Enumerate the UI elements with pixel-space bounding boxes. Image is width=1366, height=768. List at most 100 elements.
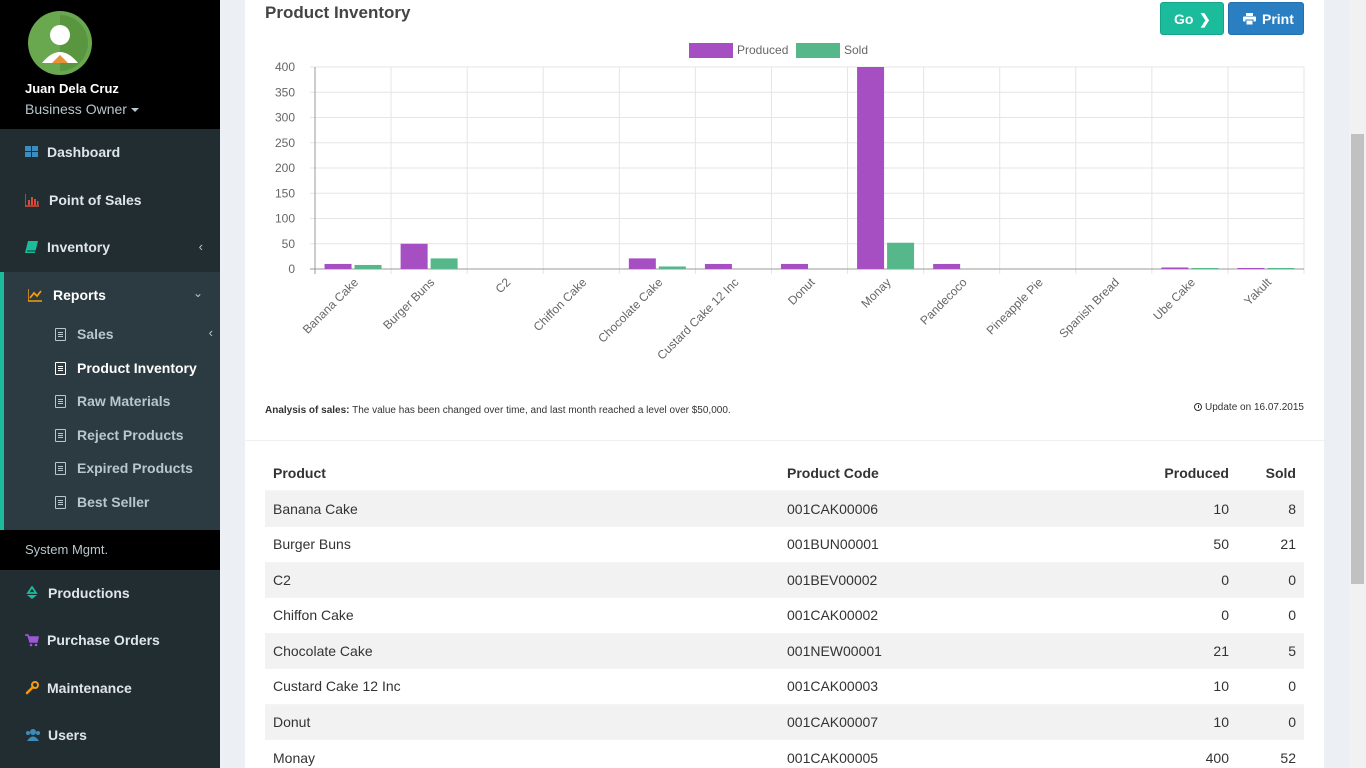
sidebar-item-purchase-orders[interactable]: Purchase Orders [0, 618, 220, 662]
sidebar-item-maintenance[interactable]: Maintenance [0, 666, 220, 710]
table-header-row: Product Product Code Produced Sold [265, 456, 1304, 492]
y-tick-label: 150 [275, 186, 295, 200]
book-icon [25, 241, 38, 253]
table-row: Chiffon Cake 001CAK00002 0 0 [265, 597, 1304, 633]
bar-sold [354, 264, 382, 269]
cell-sold: 0 [1237, 668, 1304, 704]
sidebar-item-label: Purchase Orders [47, 632, 160, 648]
y-tick-label: 250 [275, 136, 295, 150]
bar-produced [857, 67, 885, 269]
cell-product: Custard Cake 12 Inc [265, 668, 779, 704]
cell-product: Banana Cake [265, 490, 779, 527]
table-row: Donut 001CAK00007 10 0 [265, 703, 1304, 740]
x-tick-label: Custard Cake 12 Inc [654, 275, 741, 362]
sidebar-item-reports[interactable]: Reports ⌄ [4, 272, 220, 318]
cell-sold: 0 [1237, 703, 1304, 740]
table-row: Burger Buns 001BUN00001 50 21 [265, 526, 1304, 562]
x-tick-label: Spanish Bread [1056, 275, 1122, 341]
user-role-dropdown[interactable]: Business Owner [25, 101, 139, 117]
cell-product-code: 001CAK00002 [779, 597, 1039, 633]
sidebar-subitem-label: Sales [77, 326, 114, 342]
bar-produced [933, 263, 961, 269]
sidebar-item-label: Users [48, 727, 87, 743]
table-row: Chocolate Cake 001NEW00001 21 5 [265, 632, 1304, 669]
cell-product-code: 001CAK00007 [779, 703, 1039, 740]
analysis-text: The value has been changed over time, an… [349, 405, 731, 416]
cell-product: Monay [265, 739, 779, 768]
sidebar-item-label: Point of Sales [49, 192, 142, 208]
sidebar-subitem-expired-products[interactable]: Expired Products [4, 454, 220, 484]
legend-label: Produced [737, 43, 788, 57]
y-tick-label: 350 [275, 85, 295, 99]
cell-produced: 10 [1039, 703, 1237, 740]
table-row: Custard Cake 12 Inc 001CAK00003 10 0 [265, 668, 1304, 704]
chevron-left-icon: ‹ [208, 325, 213, 340]
analysis-note: Analysis of sales: The value has been ch… [265, 405, 731, 416]
sidebar: Juan Dela Cruz Business Owner Dashboard … [0, 0, 220, 768]
column-header-sold[interactable]: Sold [1237, 456, 1304, 492]
document-icon [55, 462, 66, 475]
clock-icon [1194, 403, 1203, 411]
sidebar-item-dashboard[interactable]: Dashboard [0, 130, 220, 174]
x-tick-label: Ube Cake [1150, 275, 1198, 323]
sidebar-item-point-of-sales[interactable]: Point of Sales [0, 178, 220, 222]
update-text: Update on 16.07.2015 [1205, 402, 1304, 413]
dashboard-icon [25, 146, 38, 157]
sidebar-item-label: Maintenance [47, 680, 132, 696]
bar-produced [704, 263, 732, 269]
column-header-product[interactable]: Product [265, 456, 779, 492]
cell-product: Chiffon Cake [265, 597, 779, 633]
cell-produced: 400 [1039, 739, 1237, 768]
cell-produced: 0 [1039, 597, 1237, 633]
column-header-product-code[interactable]: Product Code [779, 456, 1039, 492]
sidebar-subitem-raw-materials[interactable]: Raw Materials [4, 387, 220, 417]
sidebar-item-users[interactable]: Users [0, 713, 220, 757]
sidebar-item-inventory[interactable]: Inventory ‹ [0, 225, 220, 269]
sidebar-subitem-reject-products[interactable]: Reject Products [4, 421, 220, 451]
legend-label: Sold [844, 43, 868, 57]
bar-sold [1191, 267, 1219, 269]
legend-swatch-sold [796, 43, 840, 58]
sidebar-section-header: System Mgmt. [0, 530, 220, 570]
bar-chart-icon [25, 194, 39, 207]
sidebar-subitem-label: Reject Products [77, 427, 184, 443]
go-button[interactable]: Go ❯ [1160, 2, 1224, 35]
sidebar-item-label: Dashboard [47, 144, 121, 160]
inventory-bar-chart: 0 50 100 150 200 250 300 350 400 Banana Cake Burge… [275, 43, 1305, 362]
users-icon [26, 729, 40, 741]
bar-sold [658, 266, 686, 269]
analysis-label: Analysis of sales: [265, 405, 350, 416]
bar-produced [1161, 267, 1189, 269]
column-header-produced[interactable]: Produced [1039, 456, 1237, 492]
sidebar-subitem-best-seller[interactable]: Best Seller [4, 488, 220, 518]
document-icon [55, 429, 66, 442]
document-icon [55, 395, 66, 408]
cell-produced: 10 [1039, 490, 1237, 527]
cell-product-code: 001CAK00006 [779, 490, 1039, 527]
x-tick-label: Burger Buns [380, 275, 437, 332]
bar-produced [1237, 267, 1265, 269]
sidebar-subitem-sales[interactable]: Sales ‹ [4, 320, 220, 350]
user-name: Juan Dela Cruz [25, 81, 119, 96]
cell-product-code: 001BUN00001 [779, 526, 1039, 562]
vertical-scrollbar[interactable] [1349, 0, 1366, 768]
y-tick-label: 100 [275, 212, 295, 226]
cell-sold: 8 [1237, 490, 1304, 527]
page-title: Product Inventory [265, 3, 411, 22]
divider [245, 440, 1324, 441]
y-tick-label: 0 [288, 262, 295, 276]
bar-produced [400, 243, 428, 269]
sidebar-item-productions[interactable]: Productions [0, 571, 220, 615]
scrollbar-thumb[interactable] [1351, 134, 1364, 584]
y-tick-label: 50 [282, 237, 296, 251]
section-header-label: System Mgmt. [25, 542, 109, 557]
user-avatar-icon[interactable] [25, 11, 95, 75]
sidebar-subitem-product-inventory[interactable]: Product Inventory [4, 354, 220, 384]
table-row: Monay 001CAK00005 400 52 [265, 739, 1304, 768]
document-icon [55, 328, 66, 341]
y-tick-label: 200 [275, 161, 295, 175]
print-button[interactable]: Print [1228, 2, 1304, 35]
cell-product-code: 001CAK00005 [779, 739, 1039, 768]
cell-product-code: 001NEW00001 [779, 632, 1039, 669]
x-tick-label: Monay [858, 275, 893, 310]
